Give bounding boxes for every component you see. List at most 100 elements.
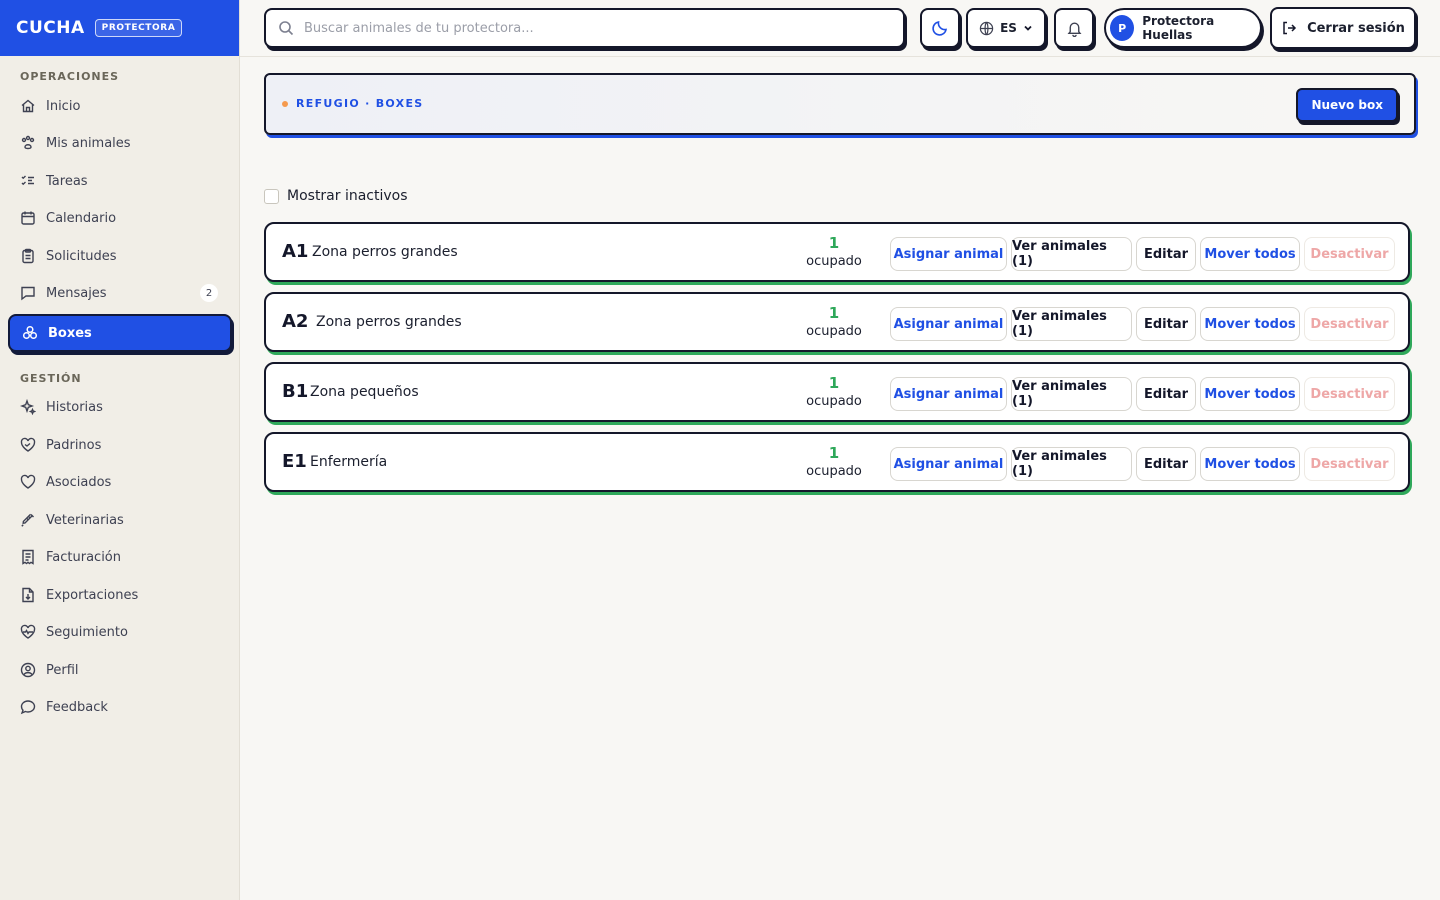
box-row: E1 Enfermería 1 ocupado Asignar animal V… <box>264 432 1410 492</box>
moon-icon <box>932 21 947 36</box>
user-menu-button[interactable]: P Protectora Huellas <box>1104 8 1262 48</box>
box-occupancy: 1 ocupado <box>786 374 882 412</box>
assign-animal-button[interactable]: Asignar animal <box>890 307 1007 341</box>
move-all-button[interactable]: Mover todos <box>1200 377 1300 411</box>
move-all-button[interactable]: Mover todos <box>1200 307 1300 341</box>
user-name: Protectora Huellas <box>1142 14 1215 42</box>
page-header: REFUGIO · BOXES Nuevo box <box>264 73 1416 135</box>
topbar: ES P Protectora Huellas Cerrar sesión <box>240 0 1440 57</box>
new-box-button[interactable]: Nuevo box <box>1296 88 1398 122</box>
occupancy-count: 1 <box>828 444 840 462</box>
show-inactive-checkbox[interactable] <box>264 188 279 204</box>
box-code: A2 <box>282 311 309 332</box>
deactivate-button[interactable]: Desactivar <box>1304 377 1395 411</box>
sidebar-item-tareas[interactable]: Tareas <box>8 163 232 199</box>
occupancy-label: ocupado <box>806 254 862 269</box>
sidebar-item-mis-animales[interactable]: Mis animales <box>8 125 232 161</box>
calendar-icon <box>21 211 35 225</box>
receipt-icon <box>22 549 34 565</box>
brand[interactable]: CUCHA PROTECTORA <box>0 0 239 56</box>
brand-badge: PROTECTORA <box>94 19 183 37</box>
nav-section-operaciones: OPERACIONES <box>20 70 120 83</box>
view-animals-button[interactable]: Ver animales (1) <box>1011 447 1132 481</box>
logout-label: Cerrar sesión <box>1307 20 1405 36</box>
sidebar-item-label: Historias <box>46 399 103 415</box>
sidebar-item-calendario[interactable]: Calendario <box>8 200 232 236</box>
occupancy-label: ocupado <box>806 324 862 339</box>
deactivate-button[interactable]: Desactivar <box>1304 307 1395 341</box>
sidebar-item-mensajes[interactable]: Mensajes 2 <box>8 275 232 311</box>
breadcrumb-text: REFUGIO · BOXES <box>296 97 424 110</box>
sidebar-item-label: Calendario <box>46 210 117 226</box>
sidebar-item-feedback[interactable]: Feedback <box>8 689 232 725</box>
user-circle-icon <box>20 662 36 678</box>
sidebar-item-label: Asociados <box>46 474 112 490</box>
edit-button[interactable]: Editar <box>1136 447 1196 481</box>
sidebar-item-historias[interactable]: Historias <box>8 389 232 425</box>
show-inactive-filter[interactable]: Mostrar inactivos <box>264 188 408 204</box>
sidebar-item-label: Tareas <box>46 173 88 189</box>
box-name: Zona perros grandes <box>312 244 458 260</box>
show-inactive-label: Mostrar inactivos <box>287 188 408 204</box>
box-row: A2 Zona perros grandes 1 ocupado Asignar… <box>264 292 1410 352</box>
boxes-icon <box>22 325 38 340</box>
brand-name: CUCHA <box>16 18 85 38</box>
home-icon <box>21 99 35 113</box>
move-all-button[interactable]: Mover todos <box>1200 447 1300 481</box>
sidebar: CUCHA PROTECTORA OPERACIONES Inicio Mis … <box>0 0 240 900</box>
sidebar-item-inicio[interactable]: Inicio <box>8 88 232 124</box>
theme-toggle-button[interactable] <box>920 8 960 48</box>
sidebar-item-padrinos[interactable]: Padrinos <box>8 427 232 463</box>
sidebar-item-label: Padrinos <box>46 437 102 453</box>
view-animals-button[interactable]: Ver animales (1) <box>1011 377 1132 411</box>
sidebar-item-boxes[interactable]: Boxes <box>8 314 232 352</box>
file-download-icon <box>22 587 34 603</box>
breadcrumb: REFUGIO · BOXES <box>282 97 424 110</box>
language-value: ES <box>1000 21 1017 35</box>
sidebar-item-label: Boxes <box>48 325 92 341</box>
sparkles-icon <box>20 399 36 415</box>
occupancy-label: ocupado <box>806 394 862 409</box>
view-animals-button[interactable]: Ver animales (1) <box>1011 307 1132 341</box>
box-name: Zona pequeños <box>310 384 419 400</box>
sidebar-item-solicitudes[interactable]: Solicitudes <box>8 238 232 274</box>
box-row: A1 Zona perros grandes 1 ocupado Asignar… <box>264 222 1410 282</box>
sidebar-item-label: Inicio <box>46 98 81 114</box>
logout-icon <box>1283 21 1297 35</box>
nav-section-gestion: GESTIÓN <box>20 372 82 385</box>
sidebar-item-veterinarias[interactable]: Veterinarias <box>8 502 232 538</box>
move-all-button[interactable]: Mover todos <box>1200 237 1300 271</box>
view-animals-button[interactable]: Ver animales (1) <box>1011 237 1132 271</box>
edit-button[interactable]: Editar <box>1136 377 1196 411</box>
search-input[interactable] <box>304 20 884 36</box>
sidebar-item-perfil[interactable]: Perfil <box>8 652 232 688</box>
edit-button[interactable]: Editar <box>1136 307 1196 341</box>
checklist-icon <box>21 175 34 186</box>
notifications-button[interactable] <box>1054 8 1094 48</box>
occupancy-count: 1 <box>828 234 840 252</box>
language-select[interactable]: ES <box>966 8 1046 48</box>
edit-button[interactable]: Editar <box>1136 237 1196 271</box>
sidebar-item-label: Seguimiento <box>46 624 128 640</box>
sidebar-item-exportaciones[interactable]: Exportaciones <box>8 577 232 613</box>
assign-animal-button[interactable]: Asignar animal <box>890 447 1007 481</box>
sidebar-item-label: Facturación <box>46 549 121 565</box>
heart-pulse-icon <box>20 624 36 639</box>
assign-animal-button[interactable]: Asignar animal <box>890 377 1007 411</box>
sidebar-item-seguimiento[interactable]: Seguimiento <box>8 614 232 650</box>
assign-animal-button[interactable]: Asignar animal <box>890 237 1007 271</box>
deactivate-button[interactable]: Desactivar <box>1304 447 1395 481</box>
search-bar[interactable] <box>264 8 905 48</box>
logout-button[interactable]: Cerrar sesión <box>1270 7 1416 49</box>
sidebar-item-facturacion[interactable]: Facturación <box>8 539 232 575</box>
deactivate-button[interactable]: Desactivar <box>1304 237 1395 271</box>
sidebar-item-asociados[interactable]: Asociados <box>8 464 232 500</box>
box-name: Zona perros grandes <box>316 314 462 330</box>
heart-icon <box>20 474 36 489</box>
occupancy-count: 1 <box>828 374 840 392</box>
globe-icon <box>979 21 994 35</box>
chat-bubble-icon <box>20 700 36 715</box>
clipboard-icon <box>22 248 34 264</box>
box-row: B1 Zona pequeños 1 ocupado Asignar anima… <box>264 362 1410 422</box>
box-code: B1 <box>282 381 309 402</box>
